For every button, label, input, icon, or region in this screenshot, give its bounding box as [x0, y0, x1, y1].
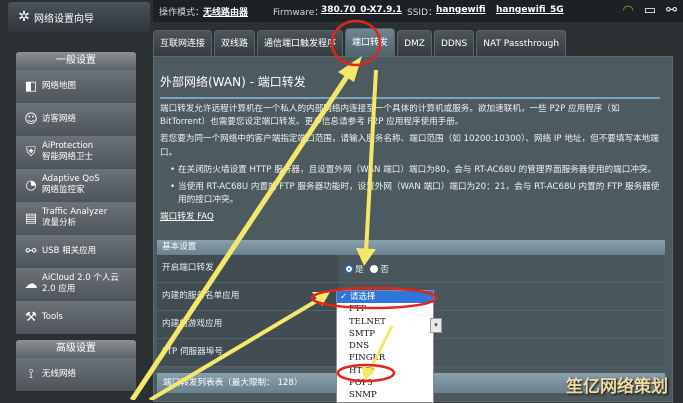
basic-settings-header: 基本设置 — [157, 240, 665, 255]
description: 端口转发允许远程计算机在一个私人的内部网络内连接至一个具体的计算机或服务。欲加速… — [160, 103, 665, 225]
sidebar-item-aicloud[interactable]: ☁ AiCloud 2.0 个人云 2.0 应用 — [16, 268, 136, 301]
operation-mode-link[interactable]: 无线路由器 — [203, 5, 248, 18]
note-item: 在关闭防火墙设置 HTTP 服务器，且设置外网（WAN 端口）端口为80，会与 … — [170, 164, 665, 177]
faq-link[interactable]: 端口转发 FAQ — [160, 212, 214, 222]
sidebar-item-label: Adaptive QoS 网络监控家 — [42, 174, 100, 195]
status-bar: 操作模式： 无线路由器 Firmware： 380.70_0-X7.9.1 SS… — [153, 0, 683, 22]
table-row: 开启端口转发 是 否 — [157, 255, 665, 283]
ssid-label: SSID： — [407, 8, 438, 18]
game-select-arrow[interactable]: ▾ — [430, 318, 442, 333]
advanced-menu: ⟟ 无线网络 — [16, 358, 136, 391]
tab-nat-passthrough[interactable]: NAT Passthrough — [476, 30, 567, 57]
builtin-service-dropdown[interactable]: ✓ 请选择 FTP TELNET SMTP DNS FINGER HTTP PO… — [336, 290, 434, 403]
enable-port-forwarding-cell: 是 否 — [339, 255, 665, 282]
dropdown-option[interactable]: DNS — [337, 340, 433, 352]
notes-list: 在关闭防火墙设置 HTTP 服务器，且设置外网（WAN 端口）端口为80，会与 … — [160, 164, 665, 208]
sidebar-item-wireless[interactable]: ⟟ 无线网络 — [16, 358, 136, 391]
tools-icon: ⚒ — [25, 309, 37, 325]
tab-ddns[interactable]: DDNS — [433, 30, 475, 57]
status-icons: ◠ ▭ ⚯ — [622, 3, 677, 18]
usb-status-icon[interactable]: ⚯ — [666, 3, 677, 18]
ssid-2g-link[interactable]: hangewifi — [436, 5, 486, 15]
firmware-link[interactable]: 380.70_0-X7.9.1 — [321, 5, 402, 15]
sidebar-item-label: 网络地图 — [42, 80, 77, 91]
tab-port-trigger[interactable]: 通信端口触发程序 — [257, 30, 344, 57]
dropdown-option[interactable]: SMTP — [337, 328, 433, 340]
sidebar-item-usb[interactable]: ⚯ USB 相关应用 — [16, 235, 136, 268]
traffic-analyzer-icon: ▤ — [24, 210, 38, 226]
sidebar-item-label: 访客网络 — [42, 113, 77, 124]
wireless-icon: ⟟ — [28, 366, 34, 382]
wizard-icon: ✲ — [18, 9, 30, 25]
sidebar-item-aiprotection[interactable]: ⛨ AiProtection 智能网络卫士 — [16, 136, 136, 169]
sidebar-item-traffic-analyzer[interactable]: ▤ Traffic Analyzer 流量分析 — [16, 202, 136, 235]
wifi-icon[interactable]: ◠ — [622, 3, 633, 18]
enable-no-radio[interactable] — [370, 265, 379, 273]
ssid-5g-link[interactable]: hangewifi_5G — [496, 5, 564, 15]
guest-network-icon: ☺ — [24, 111, 38, 127]
no-label: 否 — [380, 265, 389, 275]
qos-icon: ◔ — [25, 177, 37, 193]
dropdown-option[interactable]: TELNET — [337, 316, 433, 328]
sidebar-item-label: AiProtection 智能网络卫士 — [42, 141, 94, 162]
dropdown-option[interactable]: FTP — [337, 303, 433, 315]
sidebar-item-label: Tools — [42, 311, 63, 322]
sidebar-item-label: USB 相关应用 — [42, 245, 97, 256]
builtin-service-label: 内建的服务名单应用 — [162, 291, 240, 301]
sidebar-item-label: AiCloud 2.0 个人云 2.0 应用 — [42, 273, 119, 294]
tab-internet[interactable]: 互联网连接 — [153, 30, 213, 57]
page-title: 外部网络(WAN) - 端口转发 — [160, 75, 306, 89]
aicloud-icon: ☁ — [24, 276, 38, 292]
qis-label: 网络设置向导 — [34, 13, 94, 25]
dropdown-option[interactable]: FINGER — [337, 352, 433, 364]
dropdown-option[interactable]: HTTP — [337, 365, 433, 377]
sidebar: ✲ 网络设置向导 一般设置 ◧ 网络地图 ☺ 访客网络 ⛨ AiProtecti… — [0, 0, 150, 400]
usb-icon: ⚯ — [25, 243, 37, 259]
general-menu: ◧ 网络地图 ☺ 访客网络 ⛨ AiProtection 智能网络卫士 ◔ Ad… — [16, 70, 136, 334]
enable-radio-group: 是 否 — [345, 263, 393, 275]
dropdown-option[interactable]: ✓ 请选择 — [337, 291, 433, 304]
sidebar-item-network-map[interactable]: ◧ 网络地图 — [16, 70, 136, 103]
sidebar-item-adaptive-qos[interactable]: ◔ Adaptive QoS 网络监控家 — [16, 169, 136, 202]
device-icon[interactable]: ▭ — [644, 3, 656, 18]
sidebar-item-guest-network[interactable]: ☺ 访客网络 — [16, 103, 136, 136]
operation-mode-label: 操作模式： — [159, 8, 205, 18]
firmware-label: Firmware： — [273, 8, 324, 18]
network-map-icon: ◧ — [24, 78, 38, 94]
sidebar-item-tools[interactable]: ⚒ Tools — [16, 301, 136, 334]
note-item: 当使用 RT-AC68U 内置的 FTP 服务器功能时，设置外网（WAN 端口）… — [170, 181, 665, 207]
enable-yes-radio[interactable] — [345, 265, 353, 273]
description-paragraph: 若您要为同一个网络中的客户端指定端口范围，请输入服务名称、端口范围（如 1020… — [160, 134, 659, 158]
tab-bar: 互联网连接 双线路 通信端口触发程序 端口转发 DMZ DDNS NAT Pas… — [153, 28, 567, 57]
tab-dmz[interactable]: DMZ — [397, 30, 432, 57]
aiprotection-icon: ⛨ — [26, 144, 36, 160]
advanced-settings-header: 高级设置 — [16, 340, 136, 358]
qis-button[interactable]: ✲ 网络设置向导 — [8, 2, 150, 32]
ftp-port-label: FTP 伺服器埠号 — [162, 347, 223, 357]
general-settings-header: 一般设置 — [16, 52, 136, 70]
description-paragraph: 端口转发允许远程计算机在一个私人的内部网络内连接至一个具体的计算机或服务。欲加速… — [160, 104, 620, 128]
tab-dual-wan[interactable]: 双线路 — [214, 30, 256, 57]
sidebar-item-label: 无线网络 — [42, 368, 77, 379]
enable-port-forwarding-label: 开启端口转发 — [162, 263, 214, 273]
dropdown-option[interactable]: POP3 — [337, 377, 433, 389]
builtin-game-label: 内建的游戏应用 — [162, 319, 223, 329]
title-divider — [160, 97, 660, 99]
sidebar-item-label: Traffic Analyzer 流量分析 — [42, 207, 108, 228]
tab-port-forwarding[interactable]: 端口转发 — [345, 28, 396, 57]
watermark: 笙亿网络策划 — [566, 377, 668, 397]
yes-label: 是 — [355, 265, 364, 275]
